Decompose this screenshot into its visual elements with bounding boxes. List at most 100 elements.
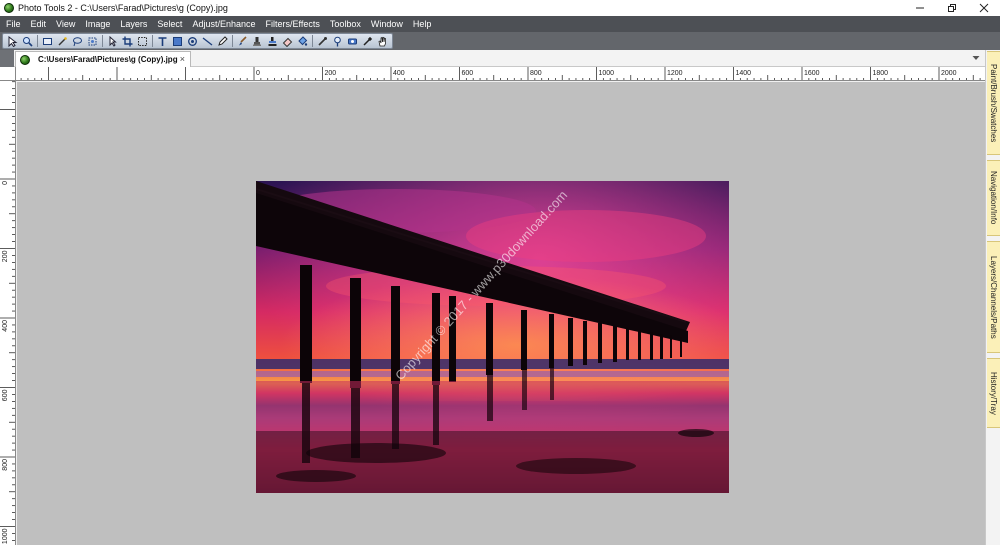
menu-adjust-enhance[interactable]: Adjust/Enhance	[192, 19, 255, 29]
menu-help[interactable]: Help	[413, 19, 432, 29]
brush-tool[interactable]	[236, 35, 249, 48]
document-tab-label: C:\Users\Farad\Pictures\g (Copy).jpg	[38, 55, 178, 64]
rect-select-tool[interactable]	[41, 35, 54, 48]
lasso-icon	[73, 36, 82, 46]
hand-icon	[378, 36, 386, 46]
pointer-tool[interactable]	[6, 35, 19, 48]
text-tool[interactable]	[156, 35, 169, 48]
fill-icon	[298, 35, 308, 46]
eraser-tool[interactable]	[281, 35, 294, 48]
ruler-label: 800	[2, 459, 9, 471]
rect-select-icon	[43, 37, 52, 45]
dock-tab-layers-channels-paths[interactable]: Layers/Channels/Paths	[987, 241, 1000, 353]
zoom-tool[interactable]	[21, 35, 34, 48]
image-canvas[interactable]: Copyright © 2017 - www.p30download.com	[17, 82, 985, 545]
dock-tab-label: Paint/Brush/Swatches	[989, 63, 998, 143]
ruler-label: 0	[2, 181, 9, 185]
menu-view[interactable]: View	[56, 19, 75, 29]
menu-layers[interactable]: Layers	[120, 19, 147, 29]
ruler-label: 1400	[736, 70, 752, 77]
eyedropper-tool[interactable]	[361, 35, 374, 48]
menu-edit[interactable]: Edit	[31, 19, 47, 29]
menu-select[interactable]: Select	[157, 19, 182, 29]
dock-tab-history-tray[interactable]: History/Tray	[987, 358, 1000, 428]
marquee-icon	[138, 36, 147, 46]
close-icon	[979, 3, 989, 13]
tool-strip	[2, 33, 393, 49]
warp-tool[interactable]	[186, 35, 199, 48]
tab-list-dropdown[interactable]	[971, 53, 981, 63]
dock-tab-label: Navigation/Info	[989, 171, 998, 225]
menu-bar: File Edit View Image Layers Select Adjus…	[0, 16, 1000, 32]
clone-tool[interactable]	[251, 35, 264, 48]
minimize-icon	[916, 7, 924, 9]
menu-image[interactable]: Image	[85, 19, 110, 29]
document-tab-close-icon[interactable]: ×	[180, 54, 185, 64]
transform-tool[interactable]	[86, 35, 99, 48]
shape-tool[interactable]	[171, 35, 184, 48]
crop-tool[interactable]	[121, 35, 134, 48]
close-button[interactable]	[968, 0, 1000, 16]
dock-tab-paint-brush-swatches[interactable]: Paint/Brush/Swatches	[987, 51, 1000, 155]
fill-tool[interactable]	[296, 35, 309, 48]
clone-icon	[253, 36, 261, 46]
toolbar-separator	[37, 35, 38, 47]
menu-file[interactable]: File	[6, 19, 21, 29]
document-tab-row: C:\Users\Farad\Pictures\g (Copy).jpg ×	[0, 50, 985, 67]
retouch-tool[interactable]	[346, 35, 359, 48]
window-title: Photo Tools 2 - C:\Users\Farad\Pictures\…	[18, 3, 228, 13]
line-icon	[202, 36, 213, 46]
ruler-label: 800	[530, 70, 542, 77]
ruler-label: 0	[256, 70, 260, 77]
dodge-icon	[334, 36, 341, 46]
ruler-label: 600	[462, 70, 474, 77]
title-bar: Photo Tools 2 - C:\Users\Farad\Pictures\…	[0, 0, 1000, 16]
right-dock: Paint/Brush/Swatches Navigation/Info Lay…	[985, 50, 1000, 545]
menu-window[interactable]: Window	[371, 19, 403, 29]
move-tool[interactable]	[106, 35, 119, 48]
restore-icon	[948, 4, 956, 12]
marquee-tool[interactable]	[136, 35, 149, 48]
smudge-tool[interactable]	[316, 35, 329, 48]
stamp-icon	[268, 36, 277, 46]
transform-icon	[88, 37, 97, 45]
tab-row-handle	[0, 50, 14, 67]
move-icon	[109, 35, 117, 47]
vertical-ruler: 0 200 400 600 800 1000	[0, 81, 16, 545]
ruler-label: 1000	[599, 70, 615, 77]
magic-wand-icon	[58, 36, 67, 45]
dock-tab-navigation-info[interactable]: Navigation/Info	[987, 160, 1000, 236]
pen-tool[interactable]	[216, 35, 229, 48]
document-logo-icon	[20, 54, 30, 65]
stamp-tool[interactable]	[266, 35, 279, 48]
minimize-button[interactable]	[904, 0, 936, 16]
hand-tool[interactable]	[376, 35, 389, 48]
photo-tools-window: Photo Tools 2 - C:\Users\Farad\Pictures\…	[0, 0, 1000, 545]
lasso-tool[interactable]	[71, 35, 84, 48]
ruler-label: 400	[2, 320, 9, 332]
restore-button[interactable]	[936, 0, 968, 16]
menu-toolbox[interactable]: Toolbox	[330, 19, 361, 29]
warp-icon	[188, 36, 197, 46]
document-tab[interactable]: C:\Users\Farad\Pictures\g (Copy).jpg ×	[15, 51, 191, 67]
smudge-icon	[318, 36, 327, 46]
horizontal-ruler: 0 200 400 600 800 1000 1200 1400 1600 1800 2000	[16, 67, 985, 81]
menu-filters-effects[interactable]: Filters/Effects	[265, 19, 319, 29]
ruler-label: 1200	[667, 70, 683, 77]
dock-tab-label: Layers/Channels/Paths	[989, 255, 998, 339]
brush-icon	[239, 35, 247, 45]
toolbar-separator	[152, 35, 153, 47]
eraser-icon	[282, 37, 293, 47]
window-controls	[904, 0, 1000, 16]
shape-icon	[173, 36, 182, 46]
ruler-label: 400	[393, 70, 405, 77]
line-tool[interactable]	[201, 35, 214, 48]
dodge-tool[interactable]	[331, 35, 344, 48]
magic-wand-tool[interactable]	[56, 35, 69, 48]
ruler-label: 600	[2, 389, 9, 401]
ruler-label: 2000	[941, 70, 957, 77]
toolbar-separator	[232, 35, 233, 47]
app-logo-icon[interactable]	[4, 3, 14, 13]
photo-pier-sunset[interactable]: Copyright © 2017 - www.p30download.com	[256, 181, 729, 493]
horizontal-ruler-scale: 0 200 400 600 800 1000 1200 1400 1600 1800 2000	[20, 67, 981, 80]
